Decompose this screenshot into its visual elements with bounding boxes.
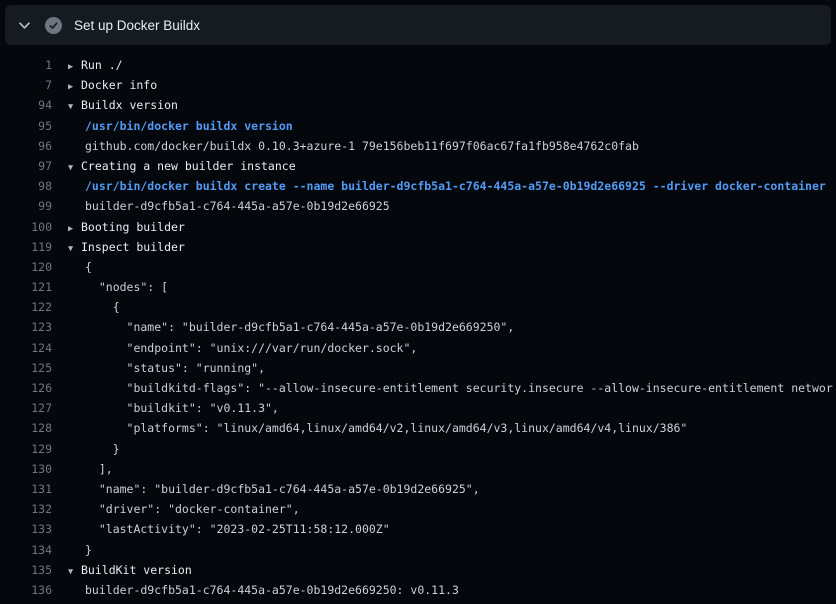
line-number[interactable]: 98 [0, 176, 52, 196]
line-text: Docker info [81, 75, 157, 95]
log-group-line[interactable]: 100 ▶ Booting builder [0, 217, 836, 237]
log-line: 128 "platforms": "linux/amd64,linux/amd6… [0, 418, 836, 438]
triangle-right-icon[interactable]: ▶ [68, 77, 81, 97]
line-number[interactable]: 136 [0, 580, 52, 600]
line-number[interactable]: 134 [0, 540, 52, 560]
line-text: /usr/bin/docker buildx create --name bui… [85, 176, 826, 196]
line-number[interactable]: 123 [0, 317, 52, 337]
line-number[interactable]: 131 [0, 479, 52, 499]
line-text: ], [85, 459, 113, 479]
log-line: 129 } [0, 439, 836, 459]
line-number[interactable]: 133 [0, 519, 52, 539]
log-line: 120 { [0, 257, 836, 277]
log-line: 134 } [0, 540, 836, 560]
log-line: 95 /usr/bin/docker buildx version [0, 116, 836, 136]
line-number[interactable]: 121 [0, 277, 52, 297]
line-text: "nodes": [ [85, 277, 168, 297]
line-text: Booting builder [81, 217, 185, 237]
line-text: "buildkitd-flags": "--allow-insecure-ent… [85, 378, 833, 398]
line-number[interactable]: 126 [0, 378, 52, 398]
line-text: Run ./ [81, 55, 123, 75]
line-number[interactable]: 96 [0, 136, 52, 156]
line-number[interactable]: 100 [0, 217, 52, 237]
log-group-line[interactable]: 135 ▼ BuildKit version [0, 560, 836, 580]
line-number[interactable]: 135 [0, 560, 52, 580]
log-group-line[interactable]: 94 ▼ Buildx version [0, 95, 836, 115]
line-text: Buildx version [81, 95, 178, 115]
line-number[interactable]: 99 [0, 196, 52, 216]
line-number[interactable]: 127 [0, 398, 52, 418]
line-text: "lastActivity": "2023-02-25T11:58:12.000… [85, 519, 390, 539]
triangle-down-icon[interactable]: ▼ [68, 562, 81, 582]
line-text: /usr/bin/docker buildx version [85, 116, 293, 136]
triangle-down-icon[interactable]: ▼ [68, 158, 81, 178]
line-number[interactable]: 129 [0, 439, 52, 459]
chevron-down-icon[interactable] [18, 19, 31, 32]
log-line: 131 "name": "builder-d9cfb5a1-c764-445a-… [0, 479, 836, 499]
line-number[interactable]: 1 [0, 55, 52, 75]
log-view: 1 ▶ Run ./ 7 ▶ Docker info 94 ▼ Buildx v… [0, 46, 836, 604]
line-number[interactable]: 120 [0, 257, 52, 277]
line-number[interactable]: 128 [0, 418, 52, 438]
log-line: 127 "buildkit": "v0.11.3", [0, 398, 836, 418]
line-text: "name": "builder-d9cfb5a1-c764-445a-a57e… [85, 317, 514, 337]
line-text: "name": "builder-d9cfb5a1-c764-445a-a57e… [85, 479, 480, 499]
log-line: 124 "endpoint": "unix:///var/run/docker.… [0, 338, 836, 358]
line-text: Inspect builder [81, 237, 185, 257]
line-text: "status": "running", [85, 358, 265, 378]
line-number[interactable]: 130 [0, 459, 52, 479]
success-check-icon [45, 17, 62, 34]
line-number[interactable]: 125 [0, 358, 52, 378]
log-line: 136 builder-d9cfb5a1-c764-445a-a57e-0b19… [0, 580, 836, 600]
line-text: builder-d9cfb5a1-c764-445a-a57e-0b19d2e6… [85, 196, 390, 216]
line-text: "driver": "docker-container", [85, 499, 300, 519]
line-number[interactable]: 124 [0, 338, 52, 358]
line-number[interactable]: 94 [0, 95, 52, 115]
log-line: 133 "lastActivity": "2023-02-25T11:58:12… [0, 519, 836, 539]
log-line: 126 "buildkitd-flags": "--allow-insecure… [0, 378, 836, 398]
log-line: 99 builder-d9cfb5a1-c764-445a-a57e-0b19d… [0, 196, 836, 216]
line-text: } [85, 439, 120, 459]
line-text: { [85, 297, 120, 317]
log-line: 121 "nodes": [ [0, 277, 836, 297]
log-line: 96 github.com/docker/buildx 0.10.3+azure… [0, 136, 836, 156]
line-number[interactable]: 95 [0, 116, 52, 136]
log-line: 130 ], [0, 459, 836, 479]
line-number[interactable]: 132 [0, 499, 52, 519]
line-number[interactable]: 7 [0, 75, 52, 95]
log-group-line[interactable]: 1 ▶ Run ./ [0, 55, 836, 75]
log-line: 98 /usr/bin/docker buildx create --name … [0, 176, 836, 196]
log-line: 123 "name": "builder-d9cfb5a1-c764-445a-… [0, 317, 836, 337]
log-line: 132 "driver": "docker-container", [0, 499, 836, 519]
line-number[interactable]: 122 [0, 297, 52, 317]
line-text: "endpoint": "unix:///var/run/docker.sock… [85, 338, 417, 358]
step-header[interactable]: Set up Docker Buildx [5, 5, 831, 45]
line-text: } [85, 540, 92, 560]
line-text: builder-d9cfb5a1-c764-445a-a57e-0b19d2e6… [85, 580, 459, 600]
triangle-right-icon[interactable]: ▶ [68, 57, 81, 77]
line-number[interactable]: 97 [0, 156, 52, 176]
step-title: Set up Docker Buildx [74, 18, 200, 33]
triangle-down-icon[interactable]: ▼ [68, 239, 81, 259]
line-text: github.com/docker/buildx 0.10.3+azure-1 … [85, 136, 639, 156]
log-group-line[interactable]: 119 ▼ Inspect builder [0, 237, 836, 257]
line-text: BuildKit version [81, 560, 192, 580]
line-number[interactable]: 119 [0, 237, 52, 257]
line-text: { [85, 257, 92, 277]
line-text: "buildkit": "v0.11.3", [85, 398, 279, 418]
triangle-down-icon[interactable]: ▼ [68, 97, 81, 117]
log-line: 122 { [0, 297, 836, 317]
triangle-right-icon[interactable]: ▶ [68, 219, 81, 239]
line-text: "platforms": "linux/amd64,linux/amd64/v2… [85, 418, 687, 438]
line-text: Creating a new builder instance [81, 156, 296, 176]
log-group-line[interactable]: 7 ▶ Docker info [0, 75, 836, 95]
log-line: 125 "status": "running", [0, 358, 836, 378]
log-group-line[interactable]: 97 ▼ Creating a new builder instance [0, 156, 836, 176]
